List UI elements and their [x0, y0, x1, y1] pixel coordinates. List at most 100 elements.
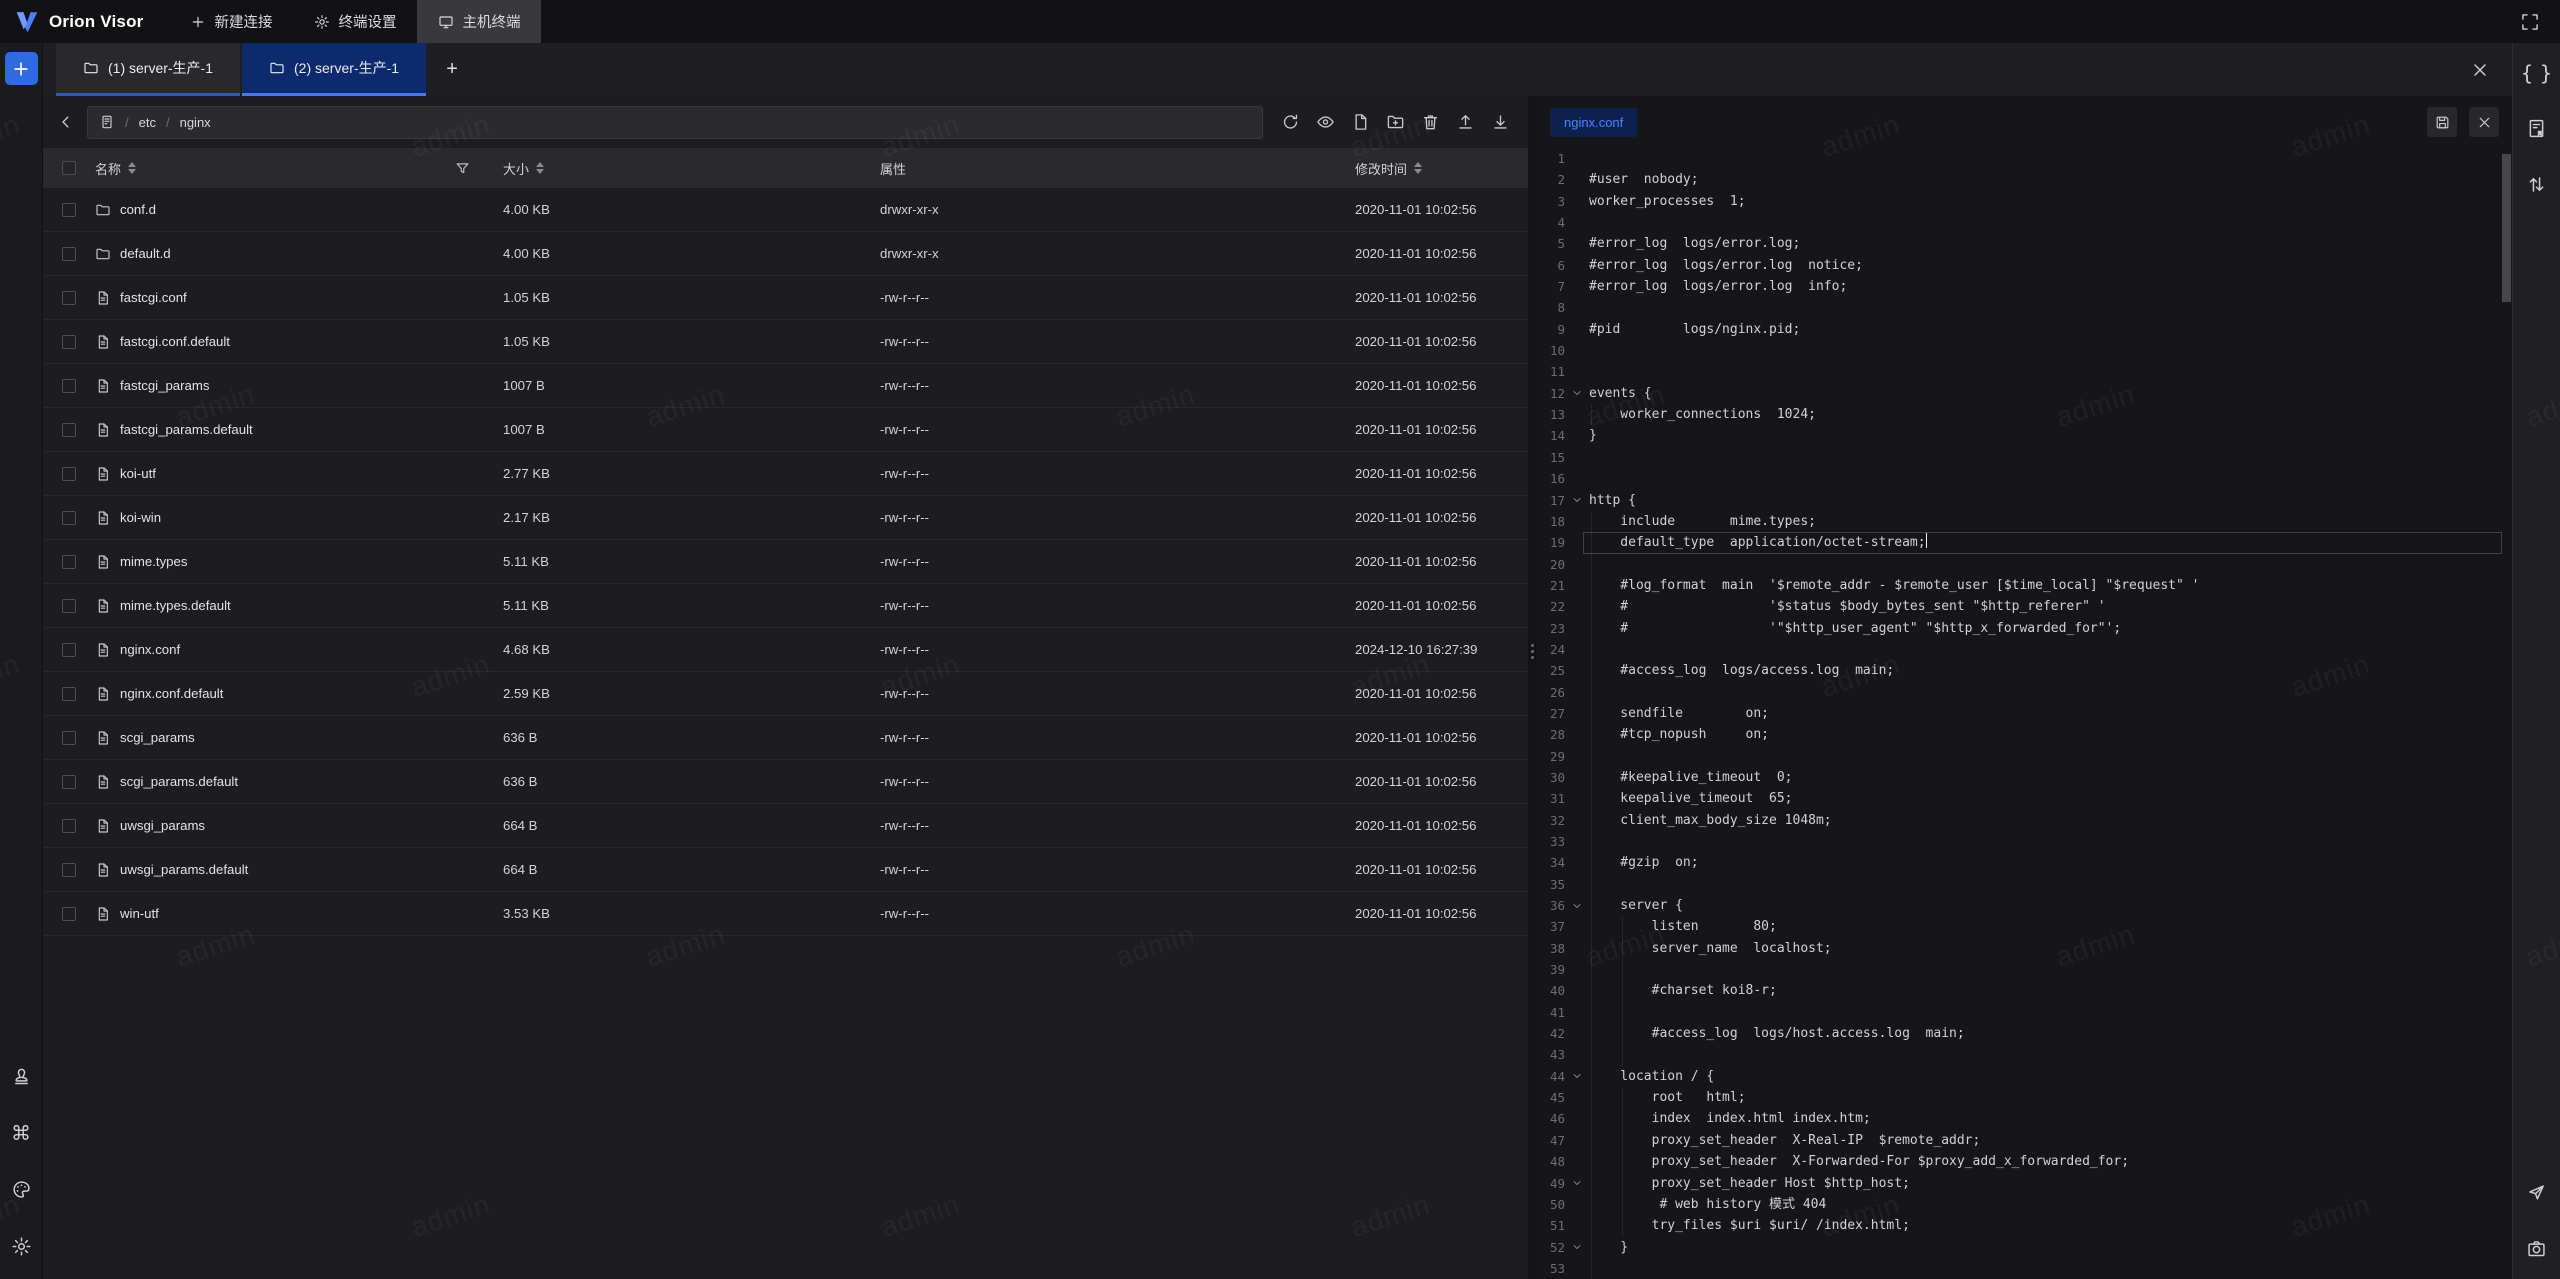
code-text[interactable]: #error_log logs/error.log info; — [1589, 276, 1847, 297]
code-text[interactable]: #pid logs/nginx.pid; — [1589, 319, 1800, 340]
code-text[interactable]: } — [1589, 425, 1597, 446]
line-number[interactable]: 5 — [1537, 233, 1565, 254]
code-text[interactable]: sendfile on; — [1589, 703, 1769, 724]
sort-icon[interactable] — [536, 158, 544, 178]
settings-button[interactable] — [7, 1232, 36, 1261]
code-text[interactable]: server_name localhost; — [1589, 938, 1832, 959]
menu-item-2[interactable]: 主机终端 — [417, 0, 541, 43]
fold-toggle[interactable] — [1565, 895, 1589, 916]
code-text[interactable]: root html; — [1589, 1087, 1746, 1108]
table-row[interactable]: koi-utf2.77 KB-rw-r--r--2020-11-01 10:02… — [43, 452, 1528, 496]
line-number[interactable]: 27 — [1537, 703, 1565, 724]
code-text[interactable]: index index.html index.htm; — [1589, 1108, 1871, 1129]
code-text[interactable]: proxy_set_header Host $http_host; — [1589, 1173, 1910, 1194]
send-button[interactable] — [2522, 1178, 2551, 1207]
file-name[interactable]: koi-utf — [120, 466, 156, 481]
filter-icon[interactable] — [454, 160, 471, 177]
table-row[interactable]: default.d4.00 KBdrwxr-xr-x2020-11-01 10:… — [43, 232, 1528, 276]
file-name[interactable]: mime.types — [120, 554, 187, 569]
new-file-button[interactable] — [1347, 109, 1374, 136]
file-name[interactable]: fastcgi_params.default — [120, 422, 253, 437]
line-number[interactable]: 10 — [1537, 340, 1565, 361]
line-number[interactable]: 38 — [1537, 938, 1565, 959]
line-number[interactable]: 48 — [1537, 1151, 1565, 1172]
file-name[interactable]: nginx.conf — [120, 642, 180, 657]
new-tab-button[interactable]: + — [428, 43, 476, 96]
back-button[interactable] — [53, 109, 79, 135]
code-text[interactable]: proxy_set_header X-Forwarded-For $proxy_… — [1589, 1151, 2129, 1172]
row-checkbox[interactable] — [62, 511, 76, 525]
line-number[interactable]: 9 — [1537, 319, 1565, 340]
code-text[interactable]: try_files $uri $uri/ /index.html; — [1589, 1215, 1910, 1236]
file-name[interactable]: fastcgi.conf.default — [120, 334, 230, 349]
line-number[interactable]: 32 — [1537, 810, 1565, 831]
code-text[interactable]: default_type application/octet-stream; — [1589, 532, 1926, 553]
file-name[interactable]: fastcgi_params — [120, 378, 209, 393]
code-text[interactable]: server { — [1589, 895, 1683, 916]
line-number[interactable]: 6 — [1537, 255, 1565, 276]
line-number[interactable]: 53 — [1537, 1258, 1565, 1279]
code-text[interactable]: location / { — [1589, 1066, 1714, 1087]
line-number[interactable]: 11 — [1537, 361, 1565, 382]
line-number[interactable]: 49 — [1537, 1173, 1565, 1194]
line-number[interactable]: 23 — [1537, 618, 1565, 639]
upload-button[interactable] — [1452, 109, 1479, 136]
line-number[interactable]: 4 — [1537, 212, 1565, 233]
row-checkbox[interactable] — [62, 687, 76, 701]
line-number[interactable]: 25 — [1537, 660, 1565, 681]
row-checkbox[interactable] — [62, 907, 76, 921]
row-checkbox[interactable] — [62, 247, 76, 261]
code-text[interactable]: #log_format main '$remote_addr - $remote… — [1589, 575, 2199, 596]
line-number[interactable]: 36 — [1537, 895, 1565, 916]
code-text[interactable]: listen 80; — [1589, 916, 1777, 937]
line-number[interactable]: 24 — [1537, 639, 1565, 660]
line-number[interactable]: 20 — [1537, 554, 1565, 575]
line-number[interactable]: 43 — [1537, 1044, 1565, 1065]
table-row[interactable]: fastcgi_params1007 B-rw-r--r--2020-11-01… — [43, 364, 1528, 408]
table-row[interactable]: scgi_params636 B-rw-r--r--2020-11-01 10:… — [43, 716, 1528, 760]
line-number[interactable]: 19 — [1537, 532, 1565, 553]
line-number[interactable]: 31 — [1537, 788, 1565, 809]
code-text[interactable]: keepalive_timeout 65; — [1589, 788, 1793, 809]
row-checkbox[interactable] — [62, 819, 76, 833]
line-number[interactable]: 40 — [1537, 980, 1565, 1001]
row-checkbox[interactable] — [62, 599, 76, 613]
line-number[interactable]: 14 — [1537, 425, 1565, 446]
line-number[interactable]: 52 — [1537, 1237, 1565, 1258]
code-text[interactable]: #user nobody; — [1589, 169, 1699, 190]
file-name[interactable]: mime.types.default — [120, 598, 231, 613]
line-number[interactable]: 18 — [1537, 511, 1565, 532]
code-text[interactable]: # web history 模式 404 — [1589, 1194, 1826, 1215]
table-row[interactable]: uwsgi_params.default664 B-rw-r--r--2020-… — [43, 848, 1528, 892]
row-checkbox[interactable] — [62, 863, 76, 877]
screenshot-button[interactable] — [2522, 1234, 2551, 1263]
row-checkbox[interactable] — [62, 335, 76, 349]
line-number[interactable]: 50 — [1537, 1194, 1565, 1215]
code-text[interactable]: #error_log logs/error.log; — [1589, 233, 1800, 254]
code-text[interactable]: include mime.types; — [1589, 511, 1816, 532]
root-path-icon[interactable] — [99, 114, 115, 130]
code-editor[interactable]: 12#user nobody;3worker_processes 1;45#er… — [1537, 148, 2512, 1279]
table-row[interactable]: conf.d4.00 KBdrwxr-xr-x2020-11-01 10:02:… — [43, 188, 1528, 232]
table-row[interactable]: scgi_params.default636 B-rw-r--r--2020-1… — [43, 760, 1528, 804]
code-text[interactable]: #gzip on; — [1589, 852, 1699, 873]
fold-toggle[interactable] — [1565, 383, 1589, 404]
line-number[interactable]: 46 — [1537, 1108, 1565, 1129]
file-name[interactable]: koi-win — [120, 510, 161, 525]
table-row[interactable]: uwsgi_params664 B-rw-r--r--2020-11-01 10… — [43, 804, 1528, 848]
line-number[interactable]: 8 — [1537, 297, 1565, 318]
fullscreen-button[interactable] — [2516, 8, 2544, 36]
refresh-button[interactable] — [1277, 109, 1304, 136]
download-button[interactable] — [1487, 109, 1514, 136]
terminal-tab-2[interactable]: (2) server-生产-1 — [242, 43, 426, 96]
code-text[interactable]: #tcp_nopush on; — [1589, 724, 1769, 745]
row-checkbox[interactable] — [62, 379, 76, 393]
file-name[interactable]: fastcgi.conf — [120, 290, 187, 305]
line-number[interactable]: 30 — [1537, 767, 1565, 788]
code-text[interactable]: proxy_set_header X-Real-IP $remote_addr; — [1589, 1130, 1980, 1151]
code-text[interactable]: #keepalive_timeout 0; — [1589, 767, 1793, 788]
code-text[interactable]: #access_log logs/access.log main; — [1589, 660, 1894, 681]
fold-toggle[interactable] — [1565, 1237, 1589, 1258]
row-checkbox[interactable] — [62, 467, 76, 481]
file-name[interactable]: nginx.conf.default — [120, 686, 223, 701]
